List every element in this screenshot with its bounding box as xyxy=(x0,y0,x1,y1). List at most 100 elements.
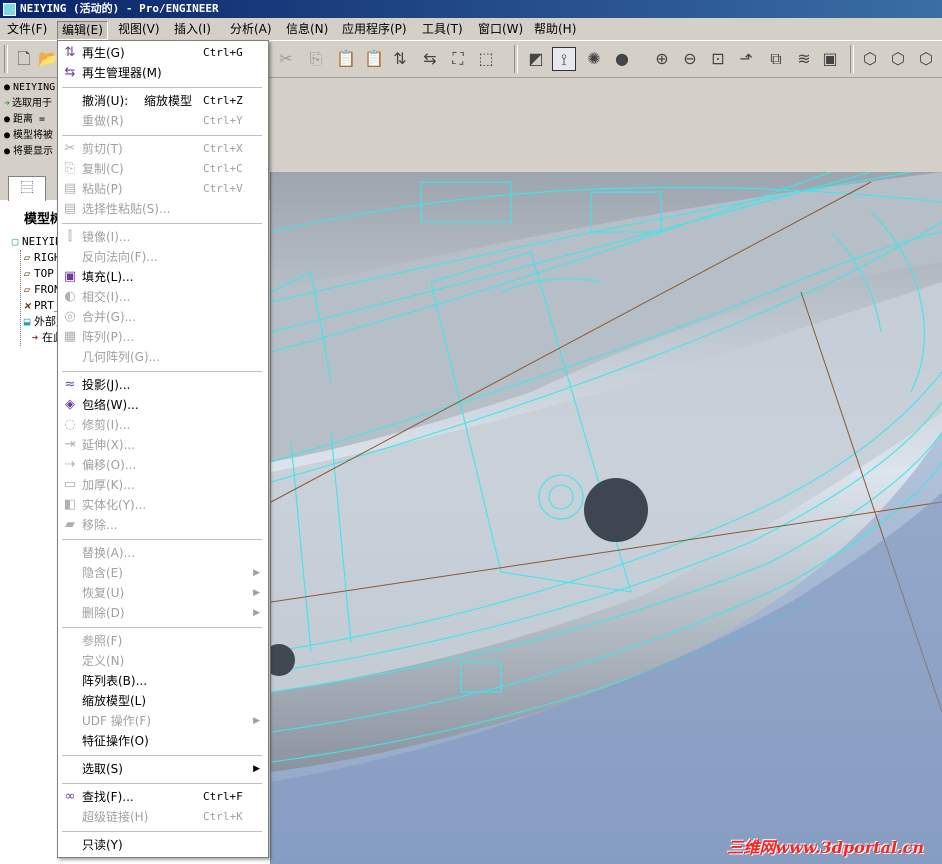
menu-item-shortcut: Ctrl+X xyxy=(203,142,243,155)
zoom-out-icon[interactable]: ⊖ xyxy=(678,47,702,71)
edit-menu-item[interactable]: 反向法向(F)... xyxy=(58,247,268,267)
menu-help[interactable]: 帮助(H) xyxy=(530,21,580,38)
menu-item-label: 替换(A)... xyxy=(82,546,136,560)
edit-menu-item[interactable]: ⇆ 再生管理器(M) xyxy=(58,63,268,83)
copy-icon[interactable]: ⎘ xyxy=(304,47,328,71)
menu-info[interactable]: 信息(N) xyxy=(282,21,332,38)
hidden-line-icon[interactable]: ⬡ xyxy=(886,47,910,71)
menu-tools[interactable]: 工具(T) xyxy=(418,21,467,38)
edit-menu-item[interactable]: ▰ 移除... xyxy=(58,515,268,535)
find-binoculars-icon[interactable]: ⛶ xyxy=(446,47,470,71)
model-wireframe xyxy=(271,172,942,864)
selection-box-icon[interactable]: ⬚ xyxy=(474,47,498,71)
orient-mode-icon[interactable]: ⟟ xyxy=(552,47,576,71)
menu-applications[interactable]: 应用程序(P) xyxy=(338,21,411,38)
bullet-icon: ● xyxy=(4,114,11,125)
menu-item-label: 选取(S) xyxy=(82,762,123,776)
edit-menu-item[interactable]: 撤消(U): 缩放模型 Ctrl+Z xyxy=(58,91,268,111)
edit-menu-item[interactable]: 隐含(E) ▶ xyxy=(58,563,268,583)
edit-menu-item[interactable]: ▦ 阵列(P)... xyxy=(58,327,268,347)
menu-item-label: 隐含(E) xyxy=(82,566,123,580)
reorient-icon[interactable]: ⬏ xyxy=(734,47,758,71)
menu-item-label: UDF 操作(F) xyxy=(82,714,152,728)
model-tree-icon: ⿳ xyxy=(20,181,34,196)
edit-menu-item[interactable]: 阵列表(B)... xyxy=(58,671,268,691)
regenerate-icon[interactable]: ⇅ xyxy=(388,47,412,71)
tree-item-top[interactable]: ▱ TOP xyxy=(20,266,54,282)
edit-menu-item[interactable]: 删除(D) ▶ xyxy=(58,603,268,623)
menu-separator xyxy=(62,831,262,832)
menu-view[interactable]: 视图(V) xyxy=(114,21,164,38)
menu-item-shortcut: Ctrl+G xyxy=(203,46,243,59)
no-hidden-icon[interactable]: ⬡ xyxy=(914,47,938,71)
message-line: ● NEIYING xyxy=(4,80,56,96)
tab-model-tree[interactable]: ⿳ xyxy=(8,176,46,201)
zoom-in-icon[interactable]: ⊕ xyxy=(650,47,674,71)
refit-icon[interactable]: ⊡ xyxy=(706,47,730,71)
wireframe-display-icon[interactable]: ⬡ xyxy=(858,47,882,71)
edit-menu-item[interactable]: ⫿ 镜像(I)... xyxy=(58,227,268,247)
menu-file[interactable]: 文件(F) xyxy=(3,21,51,38)
message-line: ● 距离 = xyxy=(4,112,56,128)
title-bar: NEIYING (活动的) - Pro/ENGINEER xyxy=(0,0,942,18)
edit-menu-item[interactable]: 重做(R) Ctrl+Y xyxy=(58,111,268,131)
edit-menu-item[interactable]: ▣ 填充(L)... xyxy=(58,267,268,287)
edit-menu-item[interactable]: 几何阵列(G)... xyxy=(58,347,268,367)
cut-icon[interactable]: ✂ xyxy=(274,47,298,71)
edit-menu-item[interactable]: 恢复(U) ▶ xyxy=(58,583,268,603)
paste-special-icon[interactable]: 📋 xyxy=(362,47,386,71)
new-file-icon[interactable]: 🗋 xyxy=(12,47,36,71)
edit-menu-item[interactable]: ≈ 投影(J)... xyxy=(58,375,268,395)
edit-menu-item[interactable]: ∞ 查找(F)... Ctrl+F xyxy=(58,787,268,807)
edit-menu-item[interactable]: ◎ 合并(G)... xyxy=(58,307,268,327)
edit-menu-item[interactable]: ⇢ 偏移(O)... xyxy=(58,455,268,475)
graphics-viewport[interactable]: 三维网www.3dportal.cn xyxy=(271,172,942,864)
menu-item-shortcut: Ctrl+Z xyxy=(203,94,243,107)
edit-menu-item[interactable]: ▭ 加厚(K)... xyxy=(58,475,268,495)
layers-icon[interactable]: ≋ xyxy=(792,47,816,71)
edit-menu-item[interactable]: 超级链接(H) Ctrl+K xyxy=(58,807,268,827)
menu-item-label: 复制(C) xyxy=(82,162,124,176)
shading-sphere-icon[interactable]: ● xyxy=(610,47,634,71)
menu-item-label: 修剪(I)... xyxy=(82,418,131,432)
view-manager-icon[interactable]: ▣ xyxy=(818,47,842,71)
edit-menu-item[interactable]: ⇥ 延伸(X)... xyxy=(58,435,268,455)
bullet-icon: ● xyxy=(4,146,11,157)
submenu-arrow-icon: ▶ xyxy=(253,568,260,578)
edit-menu-item[interactable]: 缩放模型(L) xyxy=(58,691,268,711)
toolbar-separator xyxy=(850,45,854,73)
paste-icon[interactable]: 📋 xyxy=(334,47,358,71)
edit-menu-item[interactable]: 替换(A)... xyxy=(58,543,268,563)
edit-menu-item[interactable]: 定义(N) xyxy=(58,651,268,671)
edit-menu-item[interactable]: 只读(Y) xyxy=(58,835,268,855)
menu-item-label: 移除... xyxy=(82,518,118,532)
edit-menu-item[interactable]: ▤ 选择性粘贴(S)... xyxy=(58,199,268,219)
spin-center-icon[interactable]: ✺ xyxy=(582,47,606,71)
pattern-icon: ▦ xyxy=(63,329,77,344)
edit-menu-item[interactable]: 特征操作(O) xyxy=(58,731,268,751)
menu-item-label: 只读(Y) xyxy=(82,838,123,852)
repaint-icon[interactable]: ◩ xyxy=(524,47,548,71)
menu-window[interactable]: 窗口(W) xyxy=(474,21,527,38)
edit-menu-item[interactable]: ✂ 剪切(T) Ctrl+X xyxy=(58,139,268,159)
edit-menu-item[interactable]: 参照(F) xyxy=(58,631,268,651)
regen-manager-icon[interactable]: ⇆ xyxy=(418,47,442,71)
edit-menu-item[interactable]: ◈ 包络(W)... xyxy=(58,395,268,415)
menu-analysis[interactable]: 分析(A) xyxy=(226,21,276,38)
menu-item-label: 延伸(X)... xyxy=(82,438,136,452)
message-text: 模型将被 xyxy=(13,130,54,141)
saved-views-icon[interactable]: ⧉ xyxy=(764,47,788,71)
edit-menu-item[interactable]: 选取(S) ▶ xyxy=(58,759,268,779)
edit-menu-item[interactable]: UDF 操作(F) ▶ xyxy=(58,711,268,731)
edit-menu-item[interactable]: ⎘ 复制(C) Ctrl+C xyxy=(58,159,268,179)
menu-item-detail: 缩放模型 xyxy=(144,94,193,108)
menu-edit[interactable]: 编辑(E) xyxy=(57,21,108,40)
menu-item-label: 恢复(U) xyxy=(82,586,125,600)
edit-menu-item[interactable]: ⇅ 再生(G) Ctrl+G xyxy=(58,43,268,63)
edit-menu-item[interactable]: ◐ 相交(I)... xyxy=(58,287,268,307)
edit-menu-item[interactable]: ▤ 粘贴(P) Ctrl+V xyxy=(58,179,268,199)
menu-insert[interactable]: 插入(I) xyxy=(170,21,215,38)
menu-item-label: 再生管理器(M) xyxy=(82,66,162,80)
edit-menu-item[interactable]: ◧ 实体化(Y)... xyxy=(58,495,268,515)
edit-menu-item[interactable]: ◌ 修剪(I)... xyxy=(58,415,268,435)
